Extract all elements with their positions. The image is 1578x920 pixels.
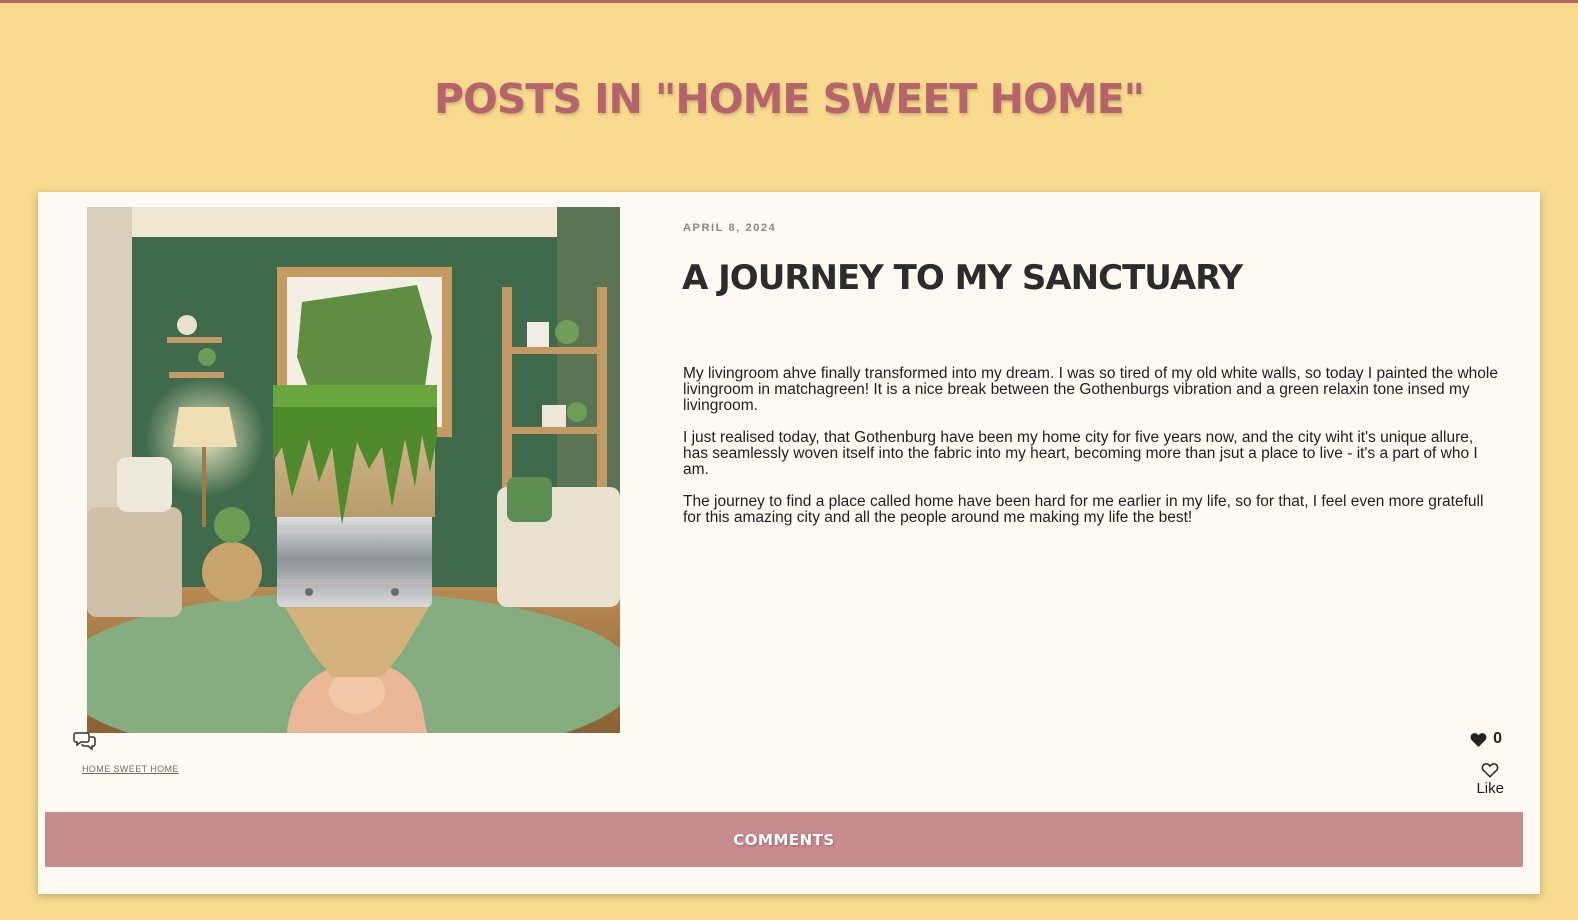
post-paragraph: I just realised today, that Gothenburg h… (683, 429, 1478, 478)
post-date: APRIL 8, 2024 (683, 222, 777, 234)
post-paragraph: My livingroom ahve finally transformed i… (683, 365, 1498, 414)
like-count-value: 0 (1493, 730, 1502, 747)
comment-bubbles-icon[interactable] (73, 730, 97, 752)
page-title: POSTS IN "HOME SWEET HOME" (434, 75, 1145, 123)
like-label: Like (1476, 780, 1504, 797)
post-title[interactable]: A JOURNEY TO MY SANCTUARY (682, 258, 1243, 298)
post-paragraph: The journey to find a place called home … (683, 493, 1484, 526)
post-body: My livingroom ahve finally transformed i… (683, 366, 1498, 542)
heart-outline-icon (1481, 763, 1499, 778)
like-button[interactable]: Like (1476, 762, 1504, 797)
heart-filled-icon (1470, 732, 1487, 747)
post-card: APRIL 8, 2024 A JOURNEY TO MY SANCTUARY … (38, 192, 1540, 894)
like-count: 0 (1470, 730, 1502, 748)
post-image (87, 207, 620, 733)
comments-button[interactable]: COMMENTS (45, 812, 1523, 867)
category-link[interactable]: HOME SWEET HOME (82, 764, 179, 774)
